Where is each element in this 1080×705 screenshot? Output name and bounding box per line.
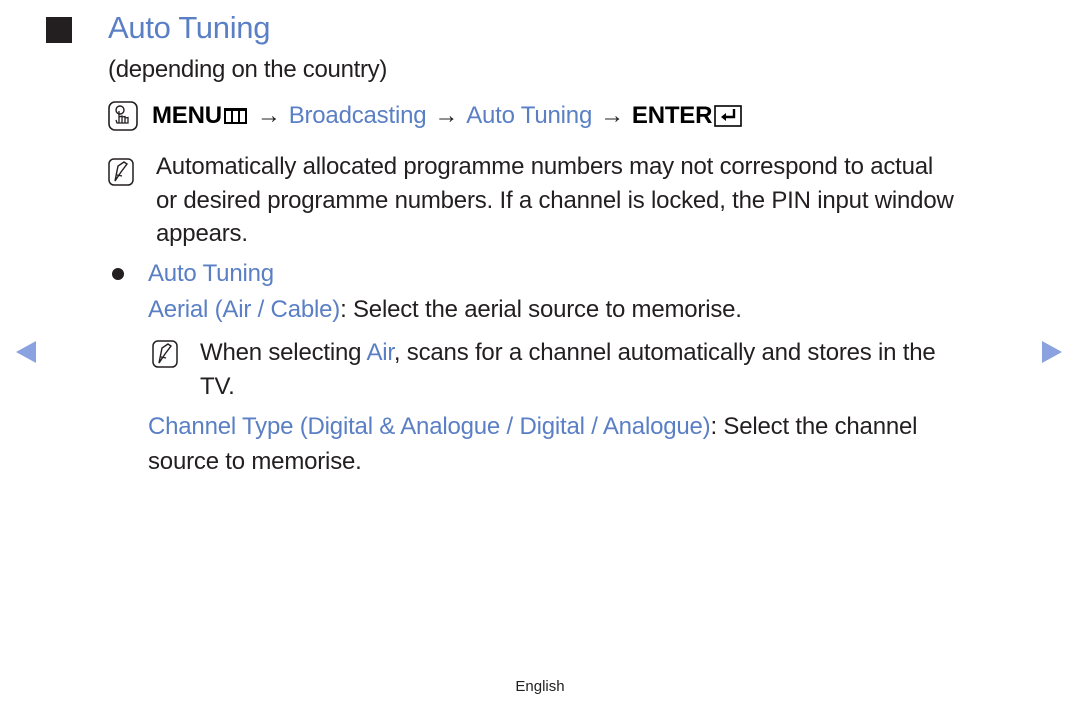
remote-hand-icon bbox=[108, 101, 138, 131]
bullet-dot bbox=[112, 268, 124, 280]
aerial-option: Aerial (Air / Cable): Select the aerial … bbox=[148, 296, 742, 324]
channel-type-term: Channel Type (Digital & Analogue / Digit… bbox=[148, 413, 711, 440]
bullet-heading: Auto Tuning bbox=[148, 260, 274, 287]
note-text-line: Automatically allocated programme number… bbox=[156, 153, 934, 180]
aerial-note-pre: When selecting bbox=[200, 339, 367, 366]
page-title: Auto Tuning bbox=[108, 10, 271, 45]
footer-language: English bbox=[515, 678, 565, 695]
arrow-separator: → bbox=[434, 102, 459, 129]
channel-type-desc: : Select the channel bbox=[710, 413, 918, 440]
note-icon bbox=[152, 340, 178, 368]
menu-step-auto-tuning: Auto Tuning bbox=[466, 102, 593, 129]
arrow-separator: → bbox=[256, 102, 281, 129]
note-text-line: appears. bbox=[156, 220, 248, 247]
arrow-separator: → bbox=[600, 102, 624, 129]
aerial-term: Aerial (Air / Cable) bbox=[148, 296, 341, 323]
channel-type-option: Channel Type (Digital & Analogue / Digit… bbox=[148, 413, 917, 441]
channel-type-line2: source to memorise. bbox=[148, 448, 362, 475]
menu-label: MENU bbox=[152, 102, 222, 129]
aerial-note-post: , scans for a channel automatically and … bbox=[393, 339, 936, 366]
menu-step-broadcasting: Broadcasting bbox=[288, 102, 427, 129]
note-icon bbox=[108, 158, 134, 186]
menu-icon bbox=[223, 108, 247, 124]
note-text-line: or desired programme numbers. If a chann… bbox=[156, 187, 954, 214]
next-page-icon[interactable] bbox=[1042, 341, 1062, 363]
aerial-note-line: When selecting Air, scans for a channel … bbox=[200, 339, 936, 367]
aerial-note-line2: TV. bbox=[200, 373, 235, 400]
aerial-note-term: Air bbox=[366, 339, 394, 366]
enter-icon bbox=[714, 105, 743, 127]
enter-label: ENTER bbox=[631, 102, 713, 129]
page-subtitle: (depending on the country) bbox=[108, 56, 388, 83]
previous-page-icon[interactable] bbox=[16, 341, 36, 363]
section-square-icon bbox=[46, 17, 72, 43]
aerial-desc: : Select the aerial source to memorise. bbox=[340, 296, 742, 323]
menu-path: MENU → Broadcasting → Auto Tuning → ENTE… bbox=[108, 98, 743, 134]
